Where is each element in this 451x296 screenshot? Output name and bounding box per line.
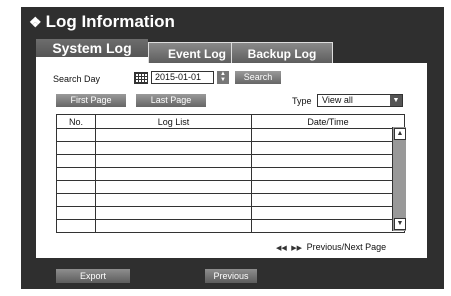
search-date-field[interactable]: 2015-01-01: [151, 71, 214, 84]
table-row[interactable]: [56, 219, 405, 233]
log-table: No. Log List Date/Time: [56, 114, 405, 233]
table-row[interactable]: [56, 206, 405, 220]
first-page-button[interactable]: First Page: [56, 94, 126, 107]
table-row[interactable]: [56, 180, 405, 194]
page-title-text: Log Information: [45, 12, 175, 31]
previous-button[interactable]: Previous: [205, 269, 257, 283]
page-navigation[interactable]: ◀◀ ▶▶ Previous/Next Page: [276, 242, 386, 252]
table-row[interactable]: [56, 141, 405, 155]
table-scrollbar[interactable]: ▲ ▼: [392, 127, 406, 231]
export-button[interactable]: Export: [56, 269, 130, 283]
type-select-value: View all: [322, 95, 353, 105]
last-page-button[interactable]: Last Page: [136, 94, 206, 107]
next-page-icon[interactable]: ▶▶: [291, 245, 302, 252]
table-row[interactable]: [56, 193, 405, 207]
table-row[interactable]: [56, 154, 405, 168]
back-arrow-icon[interactable]: ❖: [29, 14, 42, 31]
page-navigation-label: Previous/Next Page: [306, 242, 387, 252]
type-select[interactable]: View all ▼: [317, 94, 403, 107]
column-header-log-list: Log List: [95, 114, 252, 129]
column-header-date-time: Date/Time: [251, 114, 405, 129]
scroll-down-icon[interactable]: ▼: [394, 218, 406, 230]
log-panel: Search Day 2015-01-01 ▲ ▼ Search First Pa…: [36, 63, 427, 258]
date-stepper[interactable]: ▲ ▼: [217, 71, 229, 84]
chevron-down-icon[interactable]: ▼: [390, 95, 402, 106]
table-row[interactable]: [56, 167, 405, 181]
log-information-window: ❖ Log Information Event Log Backup Log S…: [21, 7, 444, 289]
column-header-no: No.: [56, 114, 96, 129]
calendar-icon[interactable]: [134, 72, 148, 84]
type-label: Type: [292, 96, 312, 106]
scroll-up-icon[interactable]: ▲: [394, 128, 406, 140]
tab-system-log[interactable]: System Log: [36, 39, 148, 63]
tab-backup-log[interactable]: Backup Log: [231, 42, 333, 64]
search-button[interactable]: Search: [235, 71, 281, 84]
previous-page-icon[interactable]: ◀◀: [276, 245, 287, 252]
table-row[interactable]: [56, 128, 405, 142]
page-title: ❖ Log Information: [29, 12, 175, 32]
search-day-label: Search Day: [53, 74, 101, 84]
